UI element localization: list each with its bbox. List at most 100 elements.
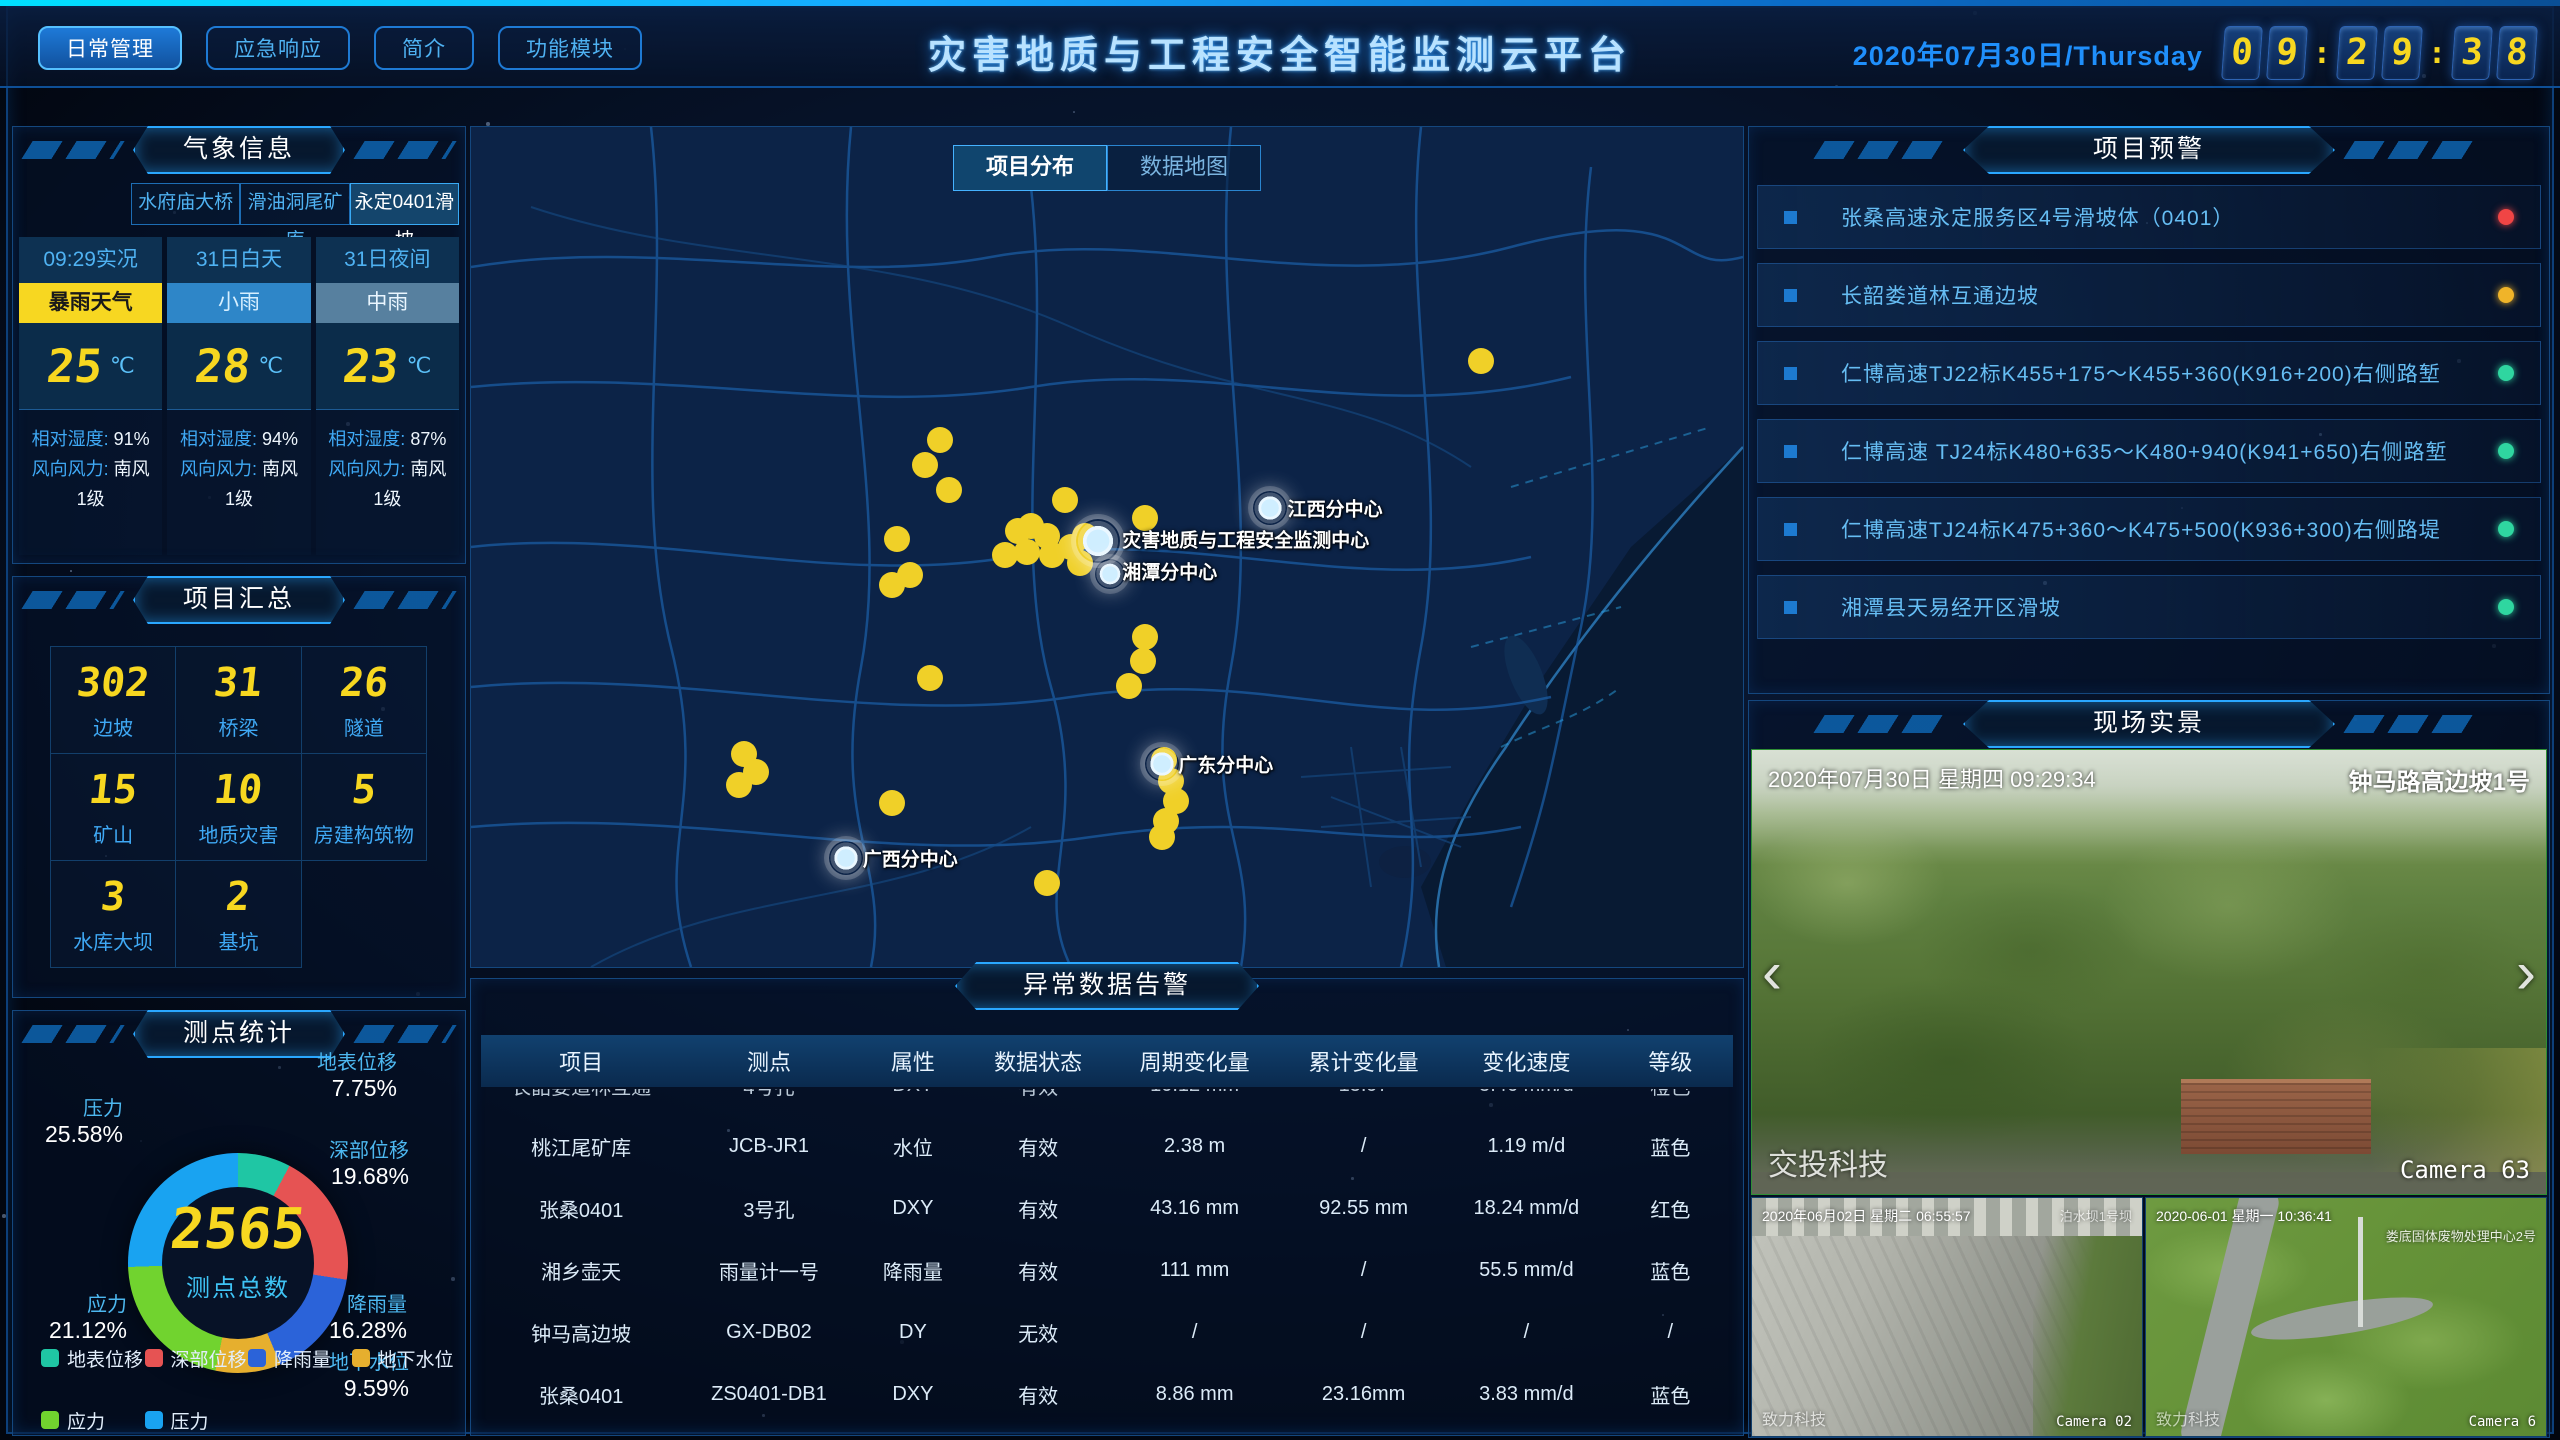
warning-item-6[interactable]: 湘潭县天易经开区滑坡: [1757, 575, 2541, 639]
warning-item-4[interactable]: 仁博高速 TJ24标K480+635～K480+940(K941+650)右侧路…: [1757, 419, 2541, 483]
alarm-table-row[interactable]: 湘乡壶天雨量计一号降雨量有效111 mm/55.5 mm/d蓝色: [481, 1239, 1733, 1301]
nav-button-4[interactable]: 功能模块: [498, 26, 642, 70]
summary-label: 房建构筑物: [314, 819, 414, 848]
temperature-value: 25: [44, 339, 105, 393]
center-label-2: 灾害地质与工程安全监测中心: [1122, 525, 1369, 552]
center-marker-3[interactable]: [1095, 559, 1125, 589]
project-dot[interactable]: [917, 665, 943, 691]
weather-column-2: 31日白天小雨28℃相对湿度: 94%风向风力: 南风1级: [167, 237, 310, 555]
next-camera-arrow[interactable]: ›: [2516, 938, 2536, 1007]
project-dot[interactable]: [879, 572, 905, 598]
project-dot[interactable]: [879, 790, 905, 816]
project-dot[interactable]: [1468, 348, 1494, 374]
project-dot[interactable]: [1052, 487, 1078, 513]
alarm-cell: 降雨量: [857, 1256, 970, 1285]
warning-item-1[interactable]: 张桑高速永定服务区4号滑坡体（0401）: [1757, 185, 2541, 249]
alarm-cell: 无效: [969, 1318, 1107, 1347]
legend-swatch: [352, 1349, 370, 1367]
star: [70, 570, 72, 572]
summary-value: 26: [337, 660, 390, 706]
summary-cell-矿山: 15矿山: [50, 753, 176, 861]
project-summary-grid: 302边坡31桥梁26隧道15矿山10地质灾害5房建构筑物3水库大坝2基坑: [51, 647, 427, 968]
thumb2-brand: 致力科技: [2156, 1406, 2220, 1430]
alarm-col-header: 数据状态: [969, 1045, 1107, 1077]
warning-bullet-icon: [1784, 289, 1797, 302]
camera-thumbnail-1[interactable]: 2020年06月02日 星期二 06:55:57 泊水坝1号坝 致力科技 Cam…: [1751, 1197, 2143, 1437]
map-tabs: 项目分布数据地图: [953, 145, 1261, 191]
alarm-table-row[interactable]: 张桑0401ZS0401-DB1DXY有效8.86 mm23.16mm3.83 …: [481, 1363, 1733, 1425]
alarm-cell: 92.55 mm: [1282, 1197, 1445, 1220]
legend-item-地表位移[interactable]: 地表位移: [41, 1341, 145, 1375]
nav-button-1[interactable]: 日常管理: [38, 26, 182, 70]
camera-thumbnail-2[interactable]: 2020-06-01 星期一 10:36:41 娄底固体废物处理中心2号 致力科…: [2145, 1197, 2547, 1437]
donut-label-name: 地表位移: [317, 1051, 397, 1076]
alarm-cell: DXY: [857, 1383, 970, 1406]
weather-tab-1[interactable]: 水府庙大桥: [131, 183, 240, 225]
star: [486, 122, 490, 126]
map-tab-1[interactable]: 项目分布: [953, 145, 1107, 191]
project-dot[interactable]: [936, 477, 962, 503]
legend-item-地下水位[interactable]: 地下水位: [352, 1341, 456, 1375]
donut-label-深部位移: 深部位移19.68%: [329, 1139, 409, 1189]
project-dot[interactable]: [726, 772, 752, 798]
nav-button-3[interactable]: 简介: [374, 26, 474, 70]
legend-item-深部位移[interactable]: 深部位移: [145, 1341, 249, 1375]
legend-item-应力[interactable]: 应力: [41, 1403, 145, 1437]
main-camera-view[interactable]: 2020年07月30日 星期四 09:29:34 钟马路高边坡1号 交投科技 C…: [1751, 749, 2547, 1195]
project-dot[interactable]: [1116, 673, 1142, 699]
warning-item-5[interactable]: 仁博高速TJ24标K475+360～K475+500(K936+300)右侧路堤: [1757, 497, 2541, 561]
alarm-table-row[interactable]: 长韶娄道林互通4号孔DXY有效10.12 mm15.975.46 mm/d橙色: [481, 1089, 1733, 1115]
live-view-panel: 现场实景 2020年07月30日 星期四 09:29:34 钟马路高边坡1号 交…: [1748, 700, 2550, 1438]
alarm-table-row[interactable]: 桃江尾矿库JCB-JR1水位有效2.38 m/1.19 m/d蓝色: [481, 1115, 1733, 1177]
center-marker-2[interactable]: [1076, 519, 1120, 563]
legend-item-降雨量[interactable]: 降雨量: [248, 1341, 352, 1375]
legend-label: 降雨量: [274, 1345, 331, 1372]
camera-timestamp: 2020年07月30日 星期四 09:29:34: [1768, 762, 2096, 794]
data-alarm-panel: 异常数据告警 项目测点属性数据状态周期变化量累计变化量变化速度等级 长韶娄道林互…: [470, 978, 1744, 1436]
project-dot[interactable]: [1132, 624, 1158, 650]
alarm-cell: 1.19 m/d: [1445, 1135, 1608, 1158]
clock-colon: :: [2313, 36, 2331, 71]
weather-tab-3[interactable]: 永定0401滑坡: [350, 183, 459, 225]
map-tab-2[interactable]: 数据地图: [1107, 145, 1261, 191]
prev-camera-arrow[interactable]: ‹: [1762, 938, 1782, 1007]
alarm-table-row[interactable]: 钟马高边坡GX-DB02DY无效////: [481, 1301, 1733, 1363]
thumb1-brand: 致力科技: [1762, 1406, 1826, 1430]
project-dot[interactable]: [1149, 824, 1175, 850]
warning-item-3[interactable]: 仁博高速TJ22标K455+175～K455+360(K916+200)右侧路堑: [1757, 341, 2541, 405]
project-dot[interactable]: [1034, 870, 1060, 896]
weather-tab-2[interactable]: 滑油洞尾矿库: [240, 183, 349, 225]
clock-digit: 8: [2496, 26, 2538, 80]
project-summary-panel: 项目汇总 302边坡31桥梁26隧道15矿山10地质灾害5房建构筑物3水库大坝2…: [12, 576, 466, 998]
warning-level-dot: [2498, 443, 2514, 459]
alarm-cell: /: [1282, 1259, 1445, 1282]
nav-button-2[interactable]: 应急响应: [206, 26, 350, 70]
project-dot[interactable]: [884, 526, 910, 552]
header: 日常管理应急响应简介功能模块 灾害地质与工程安全智能监测云平台 2020年07月…: [0, 6, 2560, 88]
project-dot[interactable]: [992, 542, 1018, 568]
digital-clock: 09:29:38: [2223, 26, 2536, 80]
project-dot[interactable]: [927, 427, 953, 453]
warning-bullet-icon: [1784, 211, 1797, 224]
thumb1-title: 泊水坝1号坝: [2060, 1206, 2132, 1225]
weather-period: 09:29实况: [19, 237, 162, 283]
warning-item-2[interactable]: 长韶娄道林互通边坡: [1757, 263, 2541, 327]
project-dot[interactable]: [1130, 648, 1156, 674]
alarm-table-row[interactable]: 张桑04013号孔DXY有效43.16 mm92.55 mm18.24 mm/d…: [481, 1177, 1733, 1239]
humidity-value: 91%: [114, 429, 150, 449]
warning-level-dot: [2498, 287, 2514, 303]
center-marker-4[interactable]: [1145, 747, 1179, 781]
alarm-cell: 15.97: [1282, 1089, 1445, 1097]
project-dot[interactable]: [912, 452, 938, 478]
center-marker-5[interactable]: [829, 841, 863, 875]
humidity-line: 相对湿度: 91%: [27, 424, 154, 454]
decor-stripe-left: [21, 1025, 124, 1043]
decor-stripe-left: [21, 591, 124, 609]
summary-label: 桥梁: [218, 712, 258, 741]
legend-item-压力[interactable]: 压力: [145, 1403, 249, 1437]
center-marker-1[interactable]: [1253, 491, 1287, 525]
camera-brick-building: [2181, 1079, 2372, 1154]
wind-label: 风向风力:: [180, 459, 262, 479]
summary-cell-隧道: 26隧道: [301, 646, 427, 754]
decor-stripe-right: [353, 1025, 456, 1043]
